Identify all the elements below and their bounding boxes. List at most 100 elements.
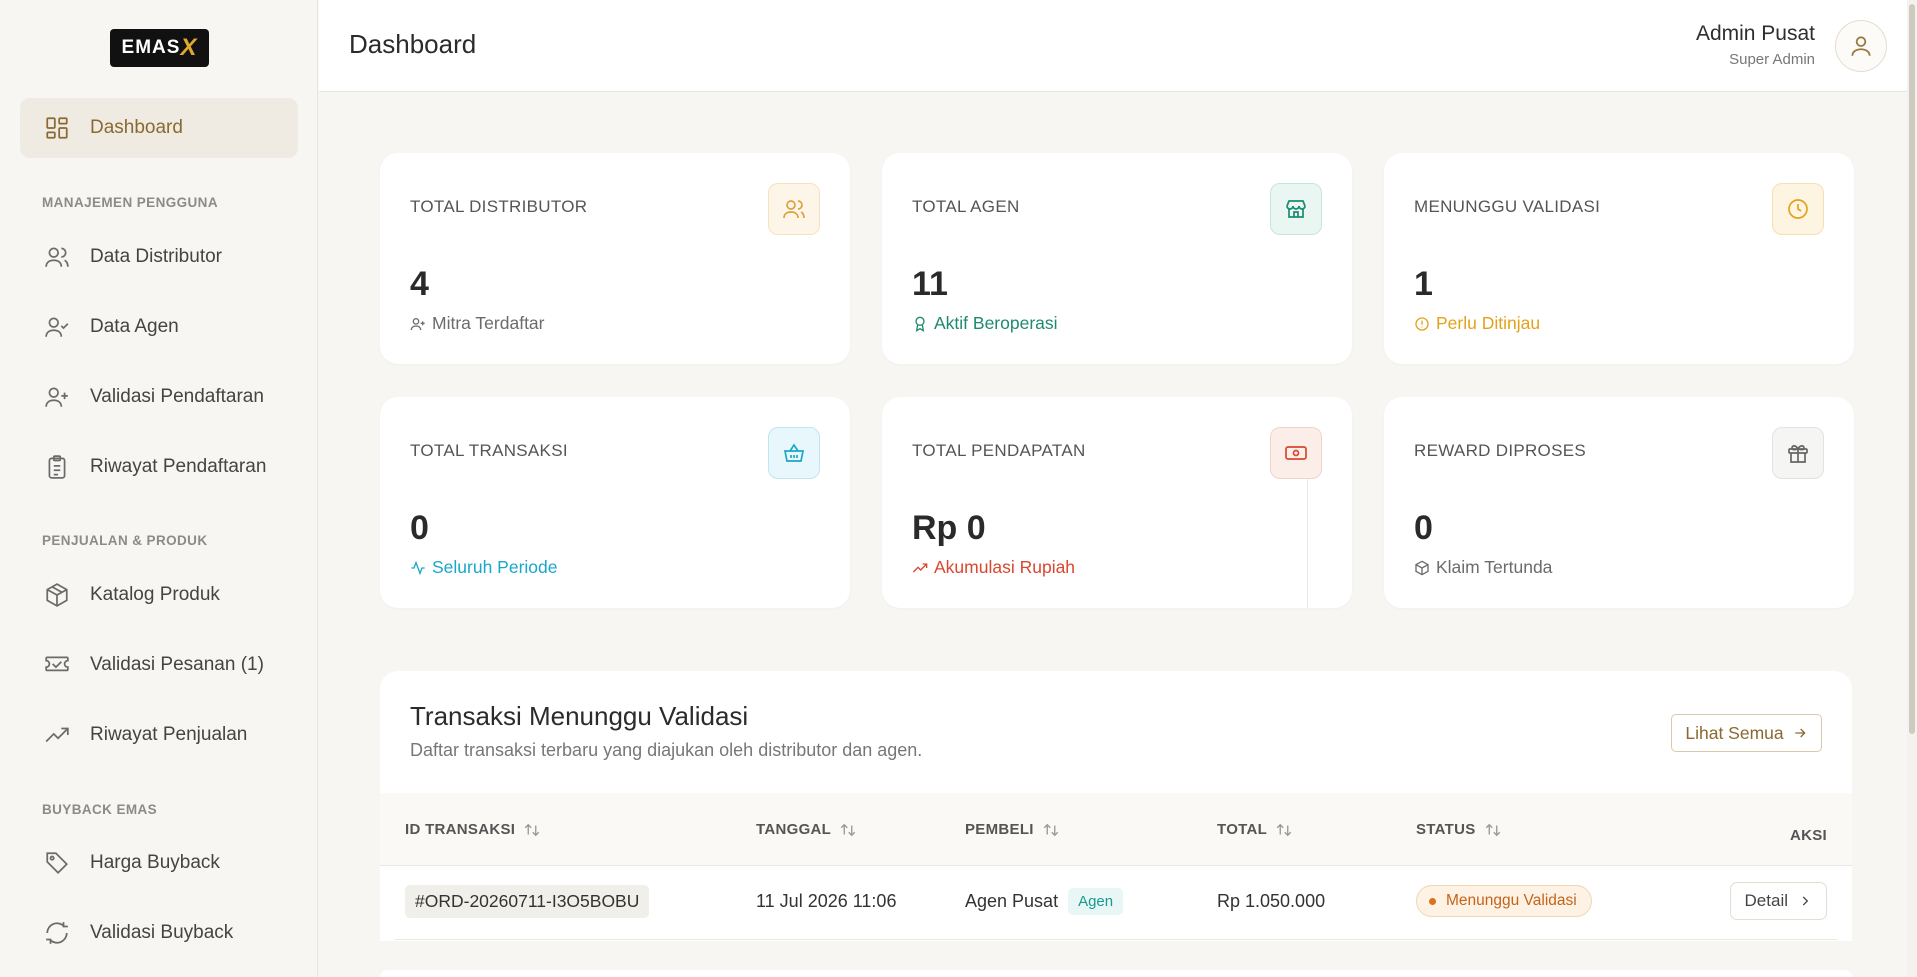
page-scrollbar[interactable] <box>1907 0 1917 977</box>
cell-action: Detail <box>1729 867 1827 935</box>
ticket-check-icon <box>42 650 72 680</box>
sidebar-item-harga-buyback[interactable]: Harga Buyback <box>20 833 298 893</box>
stat-sub-text: Perlu Ditinjau <box>1436 313 1541 333</box>
stat-label: TOTAL PENDAPATAN <box>912 441 1086 460</box>
divider <box>1307 479 1308 608</box>
sidebar-item-validasi-pendaftaran[interactable]: Validasi Pendaftaran <box>20 367 298 427</box>
sidebar-item-label: Dashboard <box>90 117 183 138</box>
section-title-sales: PENJUALAN & PRODUK <box>42 533 208 548</box>
stat-label: REWARD DIPROSES <box>1414 441 1587 460</box>
refresh-icon <box>42 918 72 948</box>
stat-value: 4 <box>410 265 429 303</box>
users-icon <box>42 242 72 272</box>
detail-label: Detail <box>1744 891 1788 910</box>
cell-status: Menunggu Validasi <box>1416 867 1592 935</box>
sidebar-item-validasi-buyback[interactable]: Validasi Buyback <box>20 903 298 963</box>
column-header-buyer[interactable]: PEMBELI <box>965 821 1060 838</box>
sidebar-item-label: Riwayat Penjualan <box>90 724 248 745</box>
sort-icon <box>1043 823 1059 836</box>
status-badge: Menunggu Validasi <box>1416 885 1592 917</box>
transactions-panel: Transaksi Menunggu Validasi Daftar trans… <box>380 671 1852 941</box>
award-icon <box>915 316 925 332</box>
buyer-type-badge: Agen <box>1068 887 1124 915</box>
stat-sub: Klaim Tertunda <box>1414 557 1552 578</box>
stat-sub-text: Mitra Terdaftar <box>432 313 545 333</box>
logo-accent: X <box>180 34 198 61</box>
app-logo[interactable]: EMAS X <box>110 29 209 67</box>
column-header-total[interactable]: TOTAL <box>1217 821 1293 838</box>
sort-icon <box>1485 823 1500 836</box>
sidebar-item-distributor[interactable]: Data Distributor <box>20 227 298 287</box>
stat-card-agen: TOTAL AGEN 11 Aktif Beroperasi <box>882 153 1352 364</box>
chevron-right-icon <box>1802 896 1809 906</box>
sidebar-item-label: Validasi Pesanan (1) <box>90 654 264 675</box>
user-plus-icon <box>42 382 72 412</box>
stat-sub-text: Akumulasi Rupiah <box>934 557 1076 577</box>
status-text: Menunggu Validasi <box>1446 892 1577 909</box>
column-header-date[interactable]: TANGGAL <box>756 821 857 838</box>
sidebar-item-agen[interactable]: Data Agen <box>20 297 298 357</box>
column-header-label: ID TRANSAKSI <box>405 821 516 838</box>
sidebar-item-riwayat-pendaftaran[interactable]: Riwayat Pendaftaran <box>20 437 298 497</box>
stat-sub: Aktif Beroperasi <box>912 313 1058 334</box>
cell-id: #ORD-20260711-I3O5BOBU <box>405 867 650 935</box>
stat-card-transaksi: TOTAL TRANSAKSI 0 Seluruh Periode <box>380 397 850 608</box>
column-header-action: AKSI <box>1790 827 1827 844</box>
table-header: ID TRANSAKSI TANGGAL PEMBELI TOTAL STATU… <box>380 793 1852 866</box>
buyer-name: Agen Pusat <box>965 890 1059 911</box>
status-dot <box>1429 897 1436 905</box>
stat-value: 11 <box>912 265 948 303</box>
sidebar-item-riwayat-penjualan[interactable]: Riwayat Penjualan <box>20 705 298 765</box>
stat-sub-text: Klaim Tertunda <box>1436 557 1553 577</box>
stat-value: 1 <box>1414 265 1433 303</box>
sidebar-item-label: Data Agen <box>90 316 179 337</box>
section-title-users: MANAJEMEN PENGGUNA <box>42 195 218 210</box>
sidebar-item-label: Validasi Buyback <box>90 922 234 943</box>
sort-icon <box>1276 823 1292 836</box>
cell-date: 11 Jul 2026 11:06 <box>756 890 897 911</box>
logo-text: EMAS <box>121 37 181 58</box>
user-check-icon <box>42 312 72 342</box>
scrollbar-thumb[interactable] <box>1909 4 1915 734</box>
stat-card-pendapatan: TOTAL PENDAPATAN Rp 0 Akumulasi Rupiah <box>882 397 1352 608</box>
clock-icon <box>1772 183 1824 235</box>
cell-total: Rp 1.050.000 <box>1217 890 1326 911</box>
sort-icon <box>840 823 856 836</box>
column-header-label: TOTAL <box>1217 821 1268 838</box>
sidebar-item-validasi-pesanan[interactable]: Validasi Pesanan (1) <box>20 635 298 695</box>
sort-icon <box>525 823 540 836</box>
package-icon <box>42 580 72 610</box>
avatar[interactable] <box>1835 20 1887 72</box>
package-icon <box>1415 560 1429 575</box>
stat-sub: Mitra Terdaftar <box>410 313 545 334</box>
sidebar-item-dashboard[interactable]: Dashboard <box>20 98 298 158</box>
stat-sub: Akumulasi Rupiah <box>912 557 1075 578</box>
activity-icon <box>411 560 425 575</box>
arrow-right-icon <box>1794 728 1806 738</box>
see-all-button[interactable]: Lihat Semua <box>1671 714 1822 752</box>
stat-card-distributor: TOTAL DISTRIBUTOR 4 Mitra Terdaftar <box>380 153 850 364</box>
column-header-status[interactable]: STATUS <box>1416 821 1502 838</box>
panel-description: Daftar transaksi terbaru yang diajukan o… <box>410 740 923 760</box>
user-plus-icon <box>410 317 425 330</box>
cell-buyer: Agen Pusat Agen <box>965 867 1124 935</box>
panel-title: Transaksi Menunggu Validasi <box>410 701 749 731</box>
page-title: Dashboard <box>349 29 477 59</box>
stat-label: MENUNGGU VALIDASI <box>1414 197 1601 216</box>
sidebar-item-label: Data Distributor <box>90 246 222 267</box>
stat-label: TOTAL AGEN <box>912 197 1020 216</box>
row-divider <box>395 939 1837 940</box>
trending-up-icon <box>42 720 72 750</box>
clipboard-list-icon <box>42 452 72 482</box>
sidebar-item-label: Katalog Produk <box>90 584 220 605</box>
detail-button[interactable]: Detail <box>1729 882 1827 920</box>
store-icon <box>1270 183 1322 235</box>
table-row: #ORD-20260711-I3O5BOBU 11 Jul 2026 11:06… <box>380 867 1852 935</box>
column-header-id[interactable]: ID TRANSAKSI <box>405 821 541 838</box>
sidebar-item-katalog[interactable]: Katalog Produk <box>20 565 298 625</box>
stat-card-menunggu-validasi: MENUNGGU VALIDASI 1 Perlu Ditinjau <box>1384 153 1854 364</box>
basket-icon <box>768 427 820 479</box>
sidebar-item-label: Validasi Pendaftaran <box>90 386 264 407</box>
column-header-label: STATUS <box>1416 821 1476 838</box>
user-name: Admin Pusat <box>1695 22 1815 45</box>
